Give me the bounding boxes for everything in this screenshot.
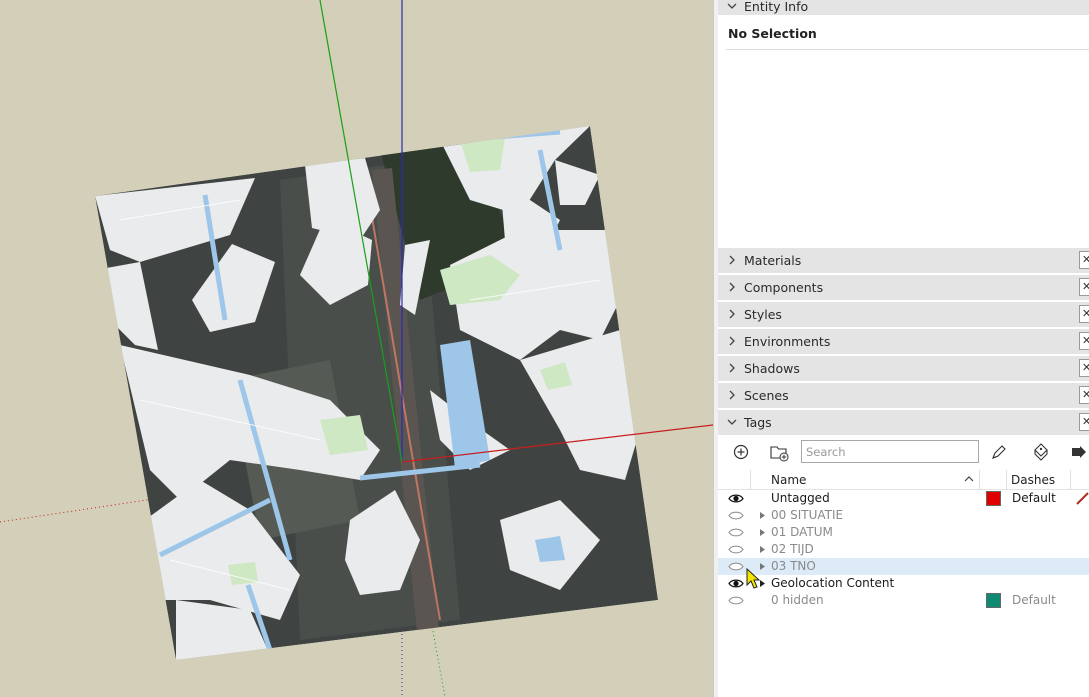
eye-visible-icon[interactable] <box>728 578 744 589</box>
chevron-right-icon <box>729 390 735 400</box>
tags-search-input[interactable] <box>801 440 979 463</box>
tray-label-components: Components <box>744 280 824 295</box>
tray-header-components[interactable]: Components ✕ <box>718 275 1089 301</box>
tag-row-03-tno[interactable]: 03 TNO <box>718 558 1089 575</box>
viewport-canvas[interactable] <box>0 0 713 697</box>
close-icon[interactable]: ✕ <box>1079 332 1089 350</box>
tray-header-tags[interactable]: Tags ✕ <box>718 410 1089 436</box>
tag-name: 00 SITUATIE <box>771 508 844 522</box>
tray-label-scenes: Scenes <box>744 388 789 403</box>
tag-row-00-situatie[interactable]: 00 SITUATIE <box>718 507 1089 524</box>
tray-header-styles[interactable]: Styles ✕ <box>718 302 1089 328</box>
tag-row-0-hidden[interactable]: 0 hidden Default <box>718 592 1089 609</box>
chevron-right-icon <box>729 282 735 292</box>
tray-header-scenes[interactable]: Scenes ✕ <box>718 383 1089 409</box>
close-icon[interactable]: ✕ <box>1079 305 1089 323</box>
tray-header-materials[interactable]: Materials ✕ <box>718 248 1089 274</box>
tag-name: 0 hidden <box>771 593 824 607</box>
tag-name: 01 DATUM <box>771 525 833 539</box>
close-icon[interactable]: ✕ <box>1079 251 1089 269</box>
chevron-down-icon <box>727 419 737 425</box>
tag-row-untagged[interactable]: Untagged Default <box>718 490 1089 507</box>
eye-hidden-icon[interactable] <box>728 544 744 555</box>
close-icon[interactable]: ✕ <box>1079 278 1089 296</box>
tray-label-styles: Styles <box>744 307 782 322</box>
tag-dashes-value[interactable]: Default <box>1012 593 1056 607</box>
tag-eraser-icon[interactable] <box>1029 441 1051 463</box>
expand-triangle-icon[interactable] <box>759 545 766 554</box>
eye-hidden-icon[interactable] <box>728 561 744 572</box>
tray-label-entity-info: Entity Info <box>744 0 809 14</box>
chevron-right-icon <box>729 363 735 373</box>
details-arrow-icon[interactable] <box>1068 441 1089 463</box>
eye-hidden-icon[interactable] <box>728 527 744 538</box>
tag-dashes-value[interactable]: Default <box>1012 491 1056 505</box>
mouse-cursor-icon <box>746 568 761 589</box>
tag-row-01-datum[interactable]: 01 DATUM <box>718 524 1089 541</box>
tag-name: 03 TNO <box>771 559 816 573</box>
tag-color-swatch[interactable] <box>986 491 1001 506</box>
chevron-right-icon <box>729 255 735 265</box>
tray-label-materials: Materials <box>744 253 802 268</box>
eye-visible-icon[interactable] <box>728 493 744 504</box>
close-icon[interactable]: ✕ <box>1079 359 1089 377</box>
geolocation-map-terrain[interactable] <box>95 126 658 660</box>
default-tray-panel: Entity Info No Selection Materials ✕ Com… <box>718 0 1089 697</box>
tray-label-environments: Environments <box>744 334 831 349</box>
close-icon[interactable]: ✕ <box>1079 413 1089 431</box>
tags-column-header: Name Dashes <box>718 470 1089 490</box>
tray-label-shadows: Shadows <box>744 361 800 376</box>
chevron-down-icon <box>727 3 737 9</box>
tag-name: 02 TIJD <box>771 542 814 556</box>
tag-name: Geolocation Content <box>771 576 895 590</box>
tray-header-shadows[interactable]: Shadows ✕ <box>718 356 1089 382</box>
eye-hidden-icon[interactable] <box>728 510 744 521</box>
tag-tool-pencil-icon[interactable] <box>988 441 1010 463</box>
entity-info-divider <box>726 49 1089 50</box>
tray-header-entity-info[interactable]: Entity Info <box>718 0 1089 16</box>
add-tag-folder-icon[interactable] <box>768 441 790 463</box>
close-icon[interactable]: ✕ <box>1079 386 1089 404</box>
tag-color-swatch[interactable] <box>986 593 1001 608</box>
pencil-icon[interactable] <box>1075 491 1089 505</box>
tray-header-environments[interactable]: Environments ✕ <box>718 329 1089 355</box>
modeling-viewport[interactable] <box>0 0 713 697</box>
column-dashes-header[interactable]: Dashes <box>1011 473 1055 487</box>
tag-name: Untagged <box>771 491 830 505</box>
add-tag-icon[interactable] <box>730 441 752 463</box>
no-selection-text: No Selection <box>728 26 817 41</box>
tag-row-geolocation-content[interactable]: Geolocation Content <box>718 575 1089 592</box>
column-name-header[interactable]: Name <box>771 473 806 487</box>
chevron-right-icon <box>729 336 735 346</box>
tag-row-02-tijd[interactable]: 02 TIJD <box>718 541 1089 558</box>
tray-label-tags: Tags <box>744 415 772 430</box>
expand-triangle-icon[interactable] <box>759 511 766 520</box>
chevron-right-icon <box>729 309 735 319</box>
entity-info-body: No Selection <box>718 16 1089 247</box>
expand-triangle-icon[interactable] <box>759 528 766 537</box>
sort-ascending-icon[interactable] <box>964 475 974 483</box>
eye-hidden-icon[interactable] <box>728 595 744 606</box>
